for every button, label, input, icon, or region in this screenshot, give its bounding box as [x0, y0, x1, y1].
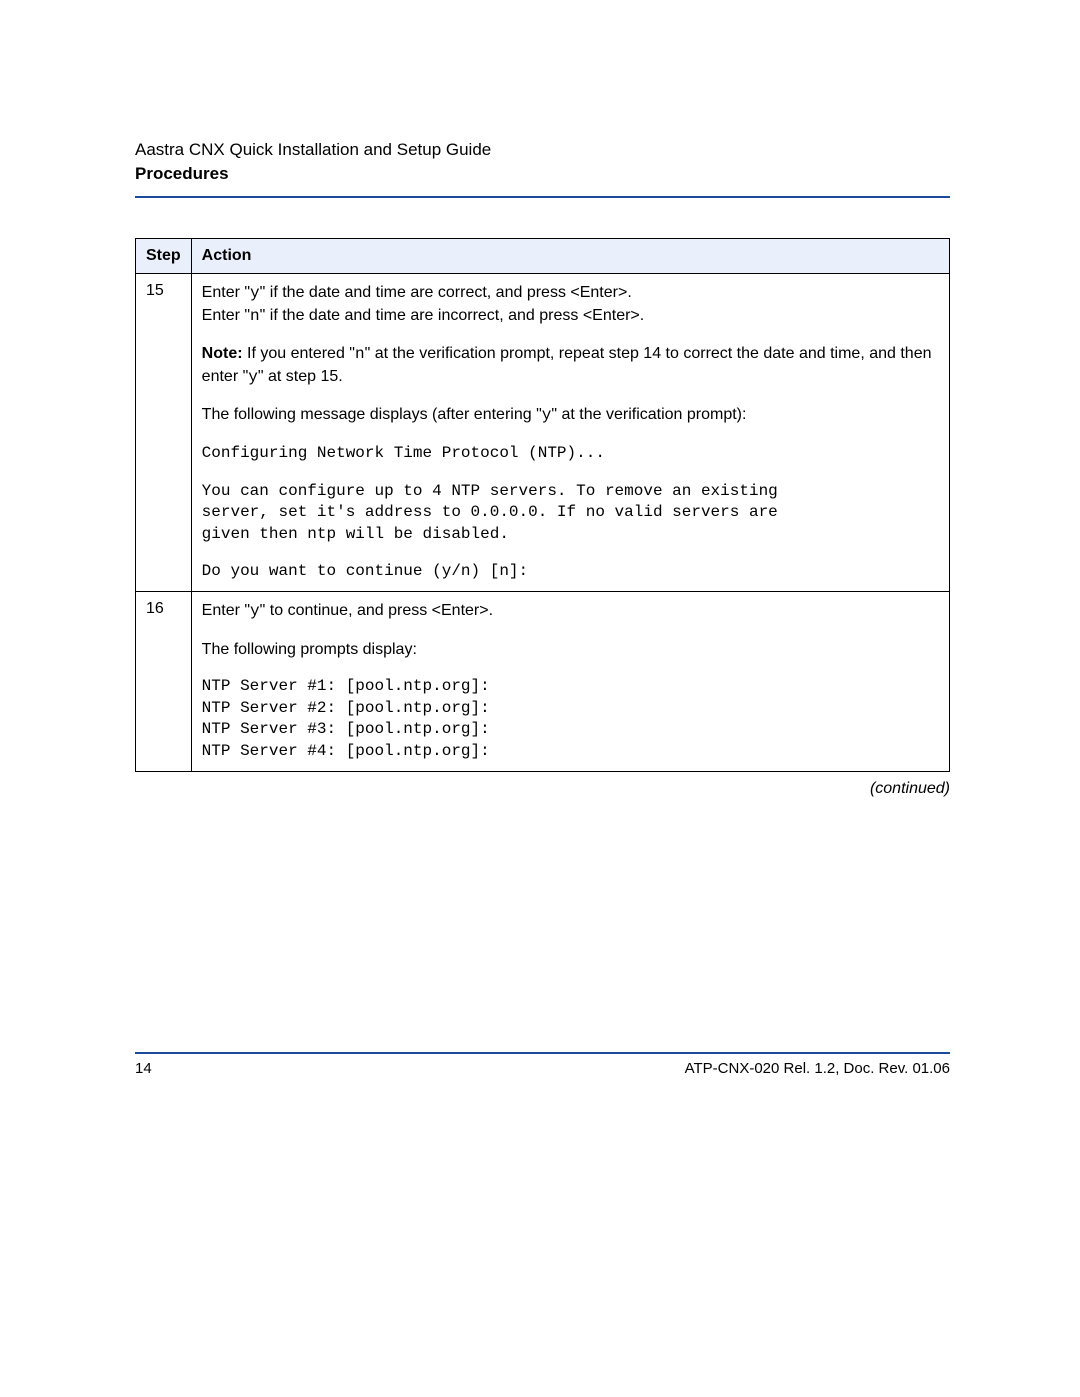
doc-title: Aastra CNX Quick Installation and Setup … — [135, 140, 950, 160]
page-header: Aastra CNX Quick Installation and Setup … — [135, 140, 950, 198]
prompts-intro: The following prompts display: — [202, 639, 939, 661]
code-prompt: NTP Server #1: [pool.ntp.org]: NTP Serve… — [202, 676, 939, 762]
step-action: Enter "y" to continue, and press <Enter>… — [191, 591, 949, 771]
continued-label: (continued) — [135, 780, 950, 798]
note-text: Note: If you entered "n" at the verifica… — [202, 343, 939, 388]
col-step-header: Step — [136, 239, 192, 274]
document-page: Aastra CNX Quick Installation and Setup … — [0, 0, 1080, 858]
table-header-row: Step Action — [136, 239, 950, 274]
table-row: 16 Enter "y" to continue, and press <Ent… — [136, 591, 950, 771]
table-row: 15 Enter "y" if the date and time are co… — [136, 274, 950, 592]
code-prompt: Do you want to continue (y/n) [n]: — [202, 561, 939, 583]
col-action-header: Action — [191, 239, 949, 274]
page-number: 14 — [135, 1060, 152, 1077]
footer-row: 14 ATP-CNX-020 Rel. 1.2, Doc. Rev. 01.06 — [135, 1060, 950, 1077]
doc-reference: ATP-CNX-020 Rel. 1.2, Doc. Rev. 01.06 — [685, 1060, 950, 1077]
code-output: You can configure up to 4 NTP servers. T… — [202, 481, 939, 546]
page-footer: 14 ATP-CNX-020 Rel. 1.2, Doc. Rev. 01.06 — [135, 1052, 950, 1077]
procedure-table: Step Action 15 Enter "y" if the date and… — [135, 238, 950, 772]
instruction-text: Enter "y" to continue, and press <Enter>… — [202, 600, 939, 623]
step-action: Enter "y" if the date and time are corre… — [191, 274, 949, 592]
footer-rule — [135, 1052, 950, 1054]
message-intro: The following message displays (after en… — [202, 404, 939, 427]
step-number: 16 — [136, 591, 192, 771]
code-output: Configuring Network Time Protocol (NTP).… — [202, 443, 939, 465]
header-rule — [135, 196, 950, 198]
section-title: Procedures — [135, 164, 950, 184]
instruction-text: Enter "y" if the date and time are corre… — [202, 282, 939, 327]
step-number: 15 — [136, 274, 192, 592]
